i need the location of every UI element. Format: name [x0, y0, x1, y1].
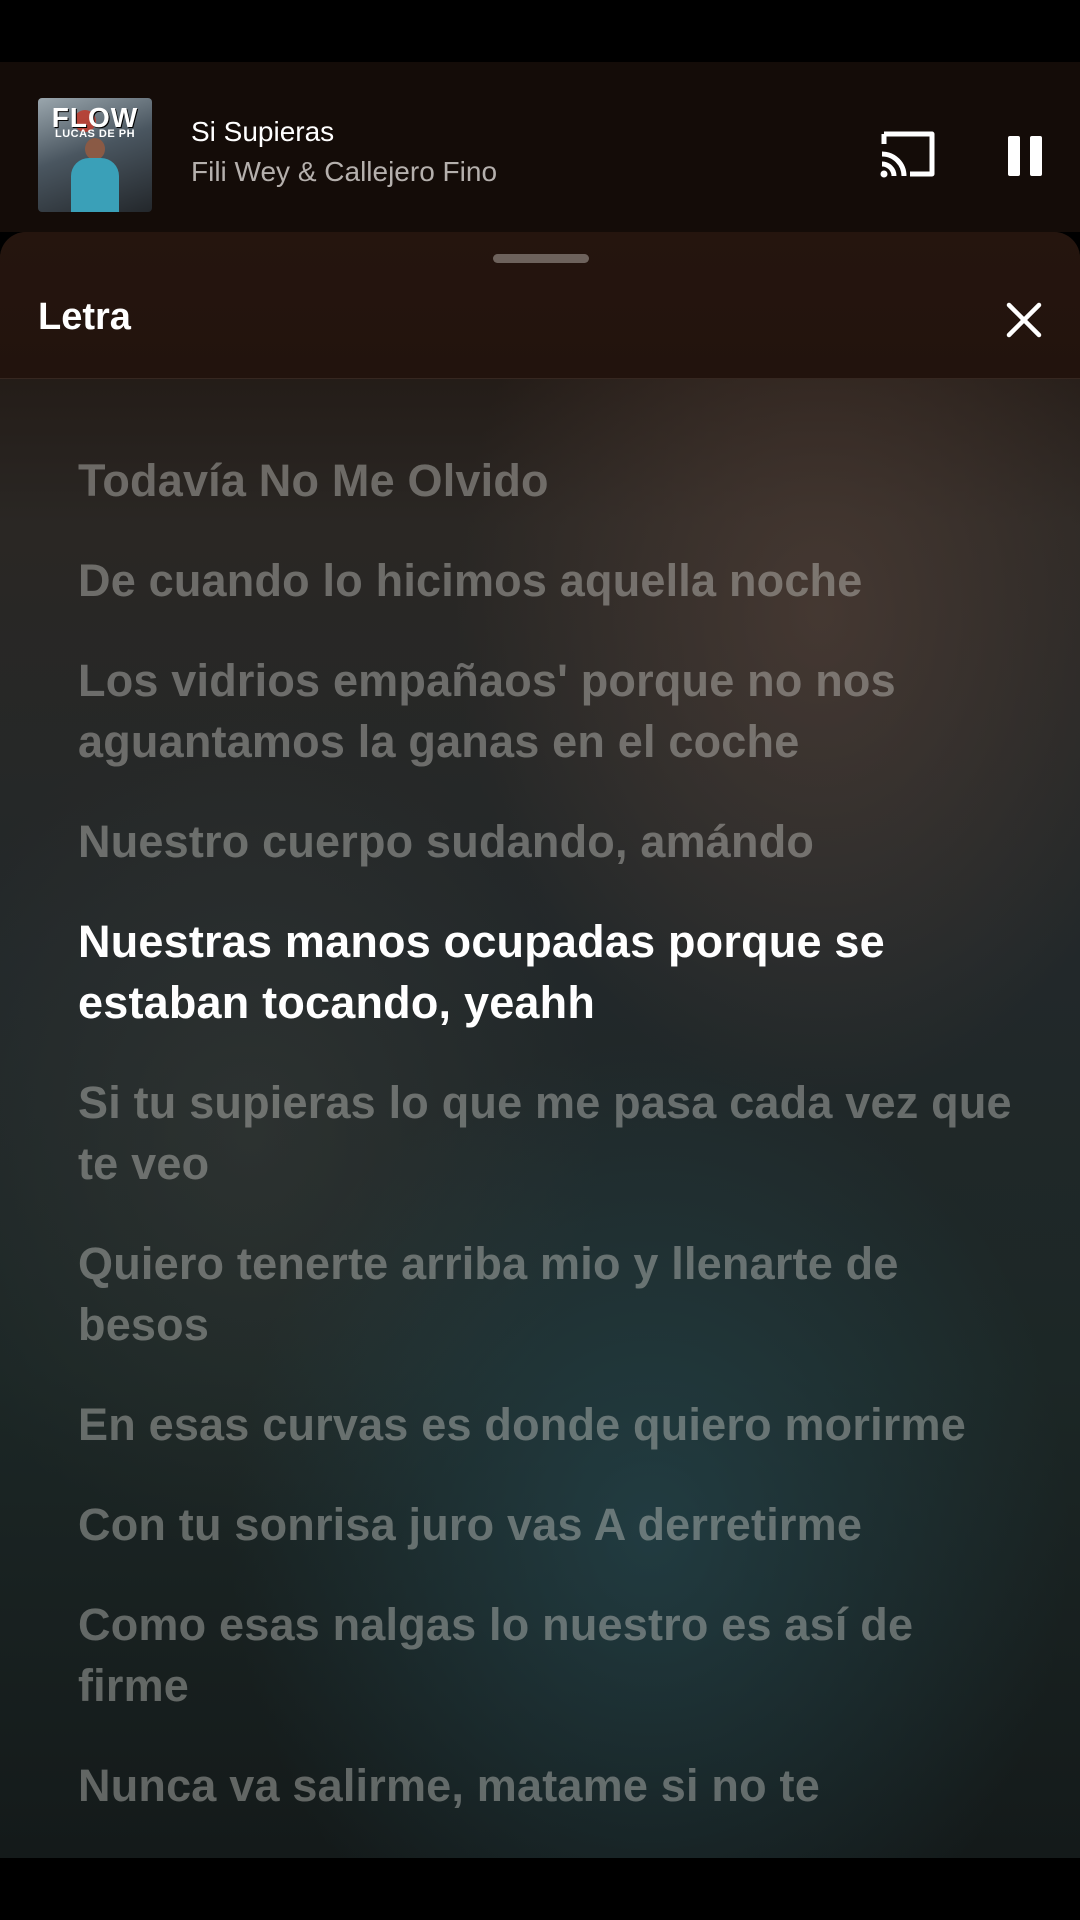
- lyric-line[interactable]: Quiero tenerte arriba mio y llenarte de …: [78, 1233, 1018, 1355]
- pause-button[interactable]: [1000, 128, 1050, 180]
- lyric-line[interactable]: Nunca va salirme, matame si no te: [78, 1755, 1018, 1816]
- lyric-line-active[interactable]: Nuestras manos ocupadas porque se estaba…: [78, 911, 1018, 1033]
- lyric-line[interactable]: Si tu supieras lo que me pasa cada vez q…: [78, 1072, 1018, 1194]
- navigation-bar: [0, 1858, 1080, 1920]
- album-art-figure-body: [71, 158, 119, 212]
- lyric-line[interactable]: Con tu sonrisa juro vas A derretirme: [78, 1494, 1018, 1555]
- lyric-line[interactable]: Como esas nalgas lo nuestro es así de fi…: [78, 1594, 1018, 1716]
- mini-player[interactable]: FLOW LUCAS DE PH Si Supieras Fili Wey & …: [0, 62, 1080, 232]
- lyric-line[interactable]: Los vidrios empañaos' porque no nos agua…: [78, 650, 1018, 772]
- lyric-line[interactable]: Nuestro cuerpo sudando, amándo: [78, 811, 1018, 872]
- close-icon: [1006, 302, 1042, 338]
- lyrics-title: Letra: [38, 296, 131, 338]
- lyric-line[interactable]: Todavía No Me Olvido: [78, 450, 1018, 511]
- close-button[interactable]: [1000, 296, 1048, 344]
- album-art[interactable]: FLOW LUCAS DE PH: [38, 98, 152, 212]
- album-art-figure-head: [85, 138, 105, 160]
- lyrics-sheet-header: Letra: [0, 232, 1080, 379]
- pause-icon: [1008, 136, 1042, 176]
- lyric-line[interactable]: En esas curvas es donde quiero morirme: [78, 1394, 1018, 1455]
- cast-icon: [880, 131, 935, 178]
- screen: FLOW LUCAS DE PH Si Supieras Fili Wey & …: [0, 0, 1080, 1920]
- cast-button[interactable]: [878, 128, 938, 180]
- lyrics-list[interactable]: Todavía No Me Olvido De cuando lo hicimo…: [78, 450, 1018, 1855]
- track-title[interactable]: Si Supieras: [191, 116, 334, 148]
- track-artist[interactable]: Fili Wey & Callejero Fino: [191, 156, 497, 188]
- drag-handle[interactable]: [493, 254, 589, 263]
- lyric-line[interactable]: De cuando lo hicimos aquella noche: [78, 550, 1018, 611]
- status-bar: [0, 0, 1080, 62]
